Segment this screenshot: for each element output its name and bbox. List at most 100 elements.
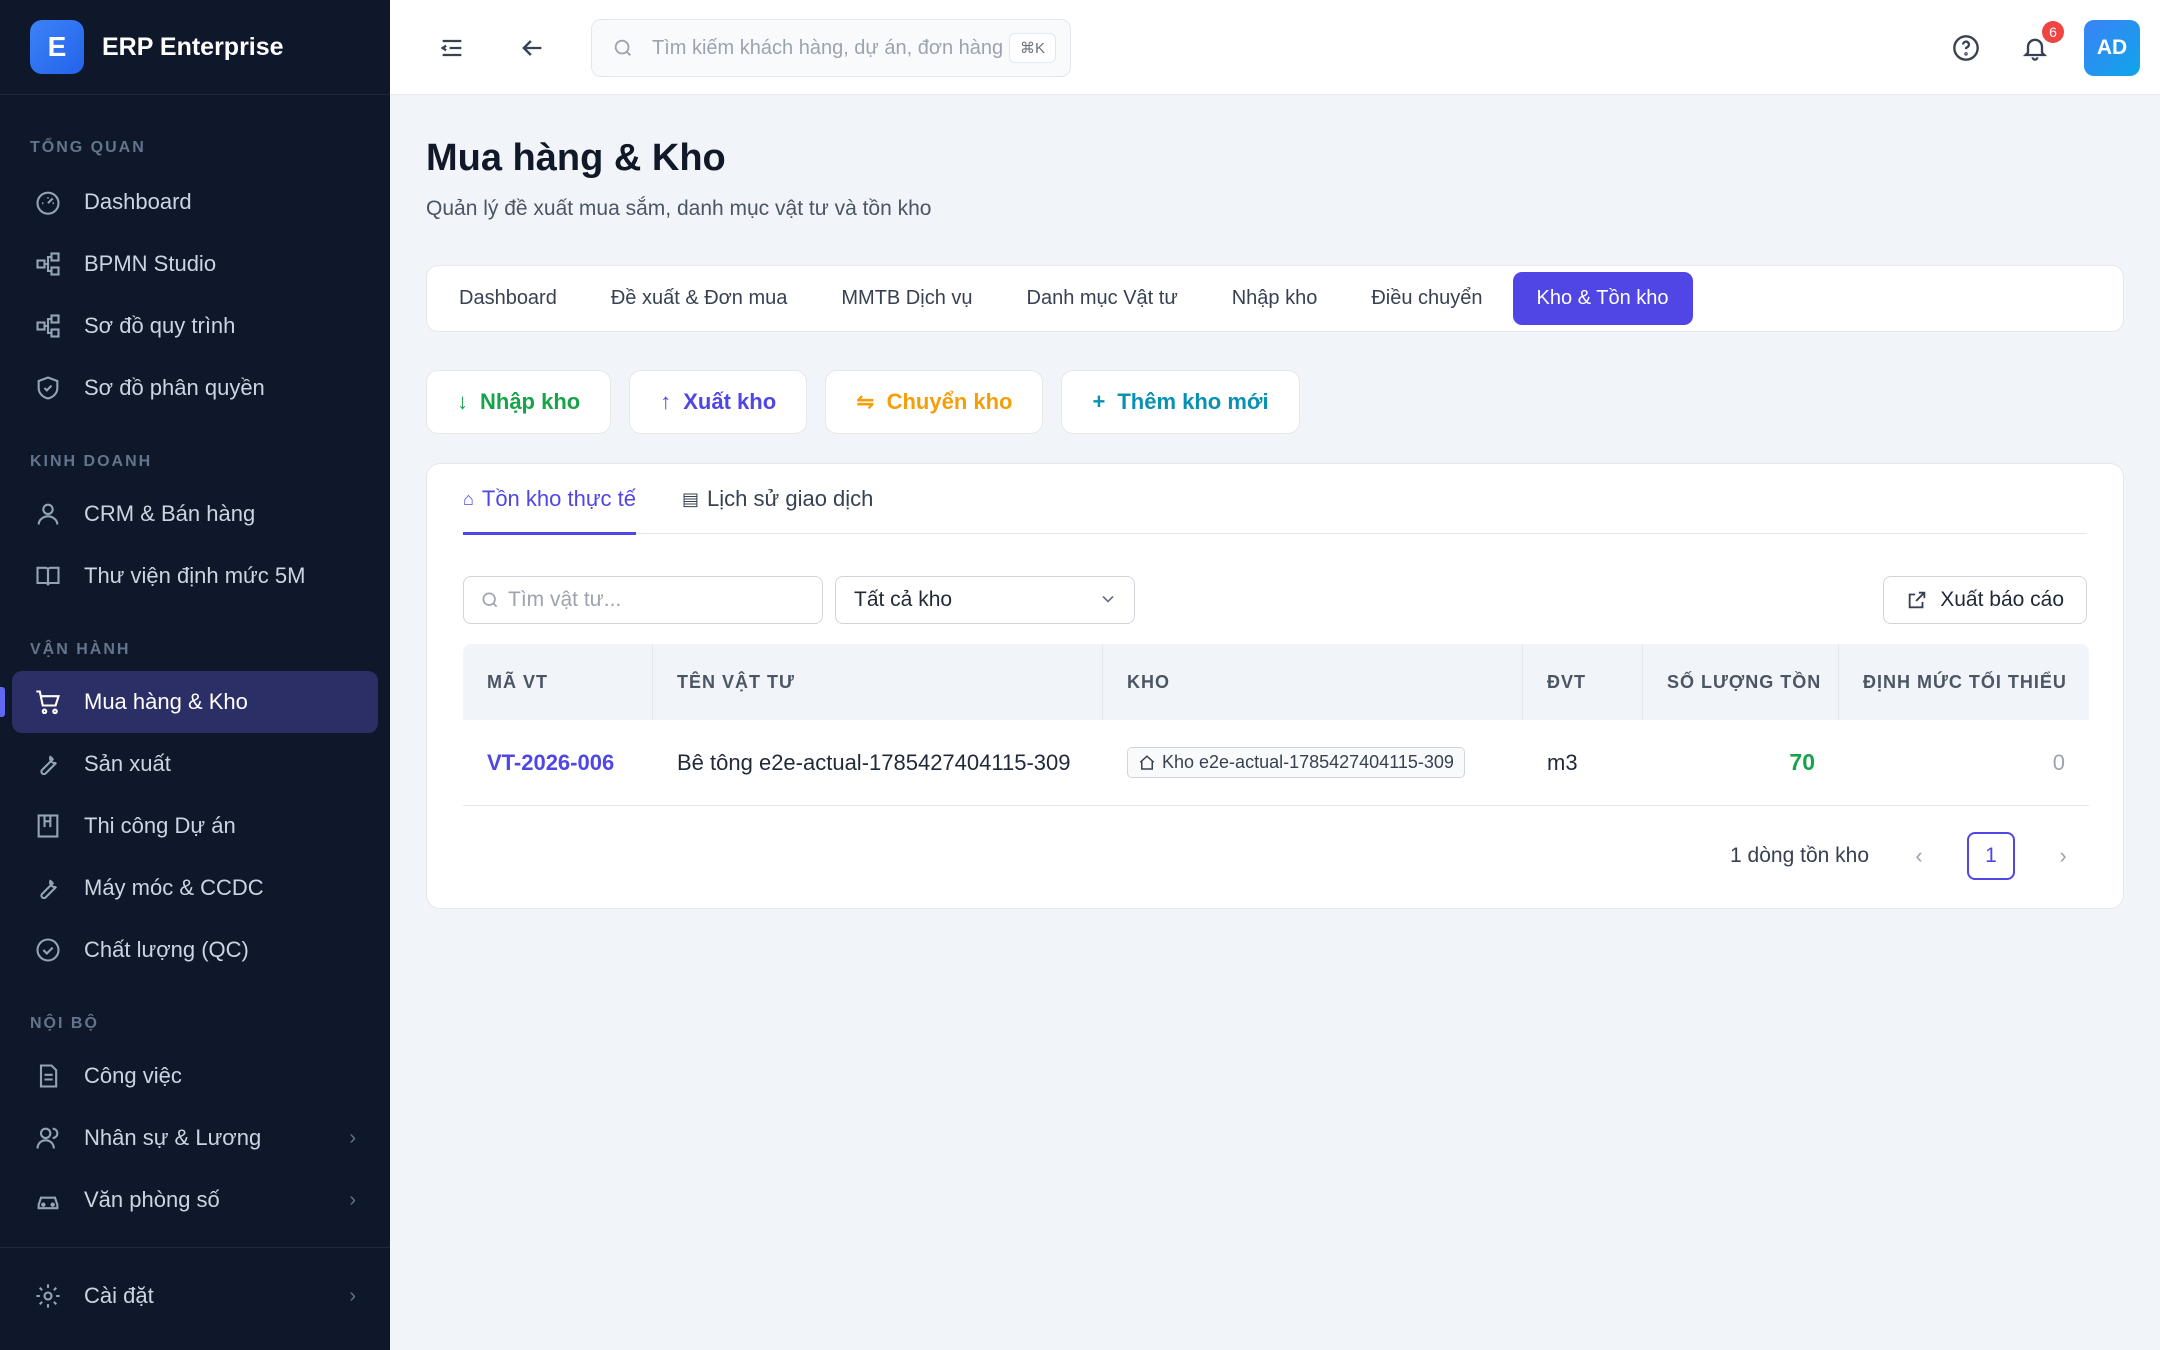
help-icon: [1953, 35, 1979, 61]
wrench-icon: [34, 874, 62, 902]
tab-equipment-services[interactable]: MMTB Dịch vụ: [817, 272, 996, 325]
gear-icon: [34, 1282, 62, 1310]
material-name: Bê tông e2e-actual-1785427404115-309: [677, 749, 1071, 775]
building-icon: [34, 812, 62, 840]
sidebar-item-production[interactable]: Sản xuất: [12, 733, 378, 795]
prev-page-button[interactable]: ‹: [1895, 832, 1943, 880]
subtab-actual-stock[interactable]: ⌂ Tồn kho thực tế: [463, 464, 637, 535]
brand[interactable]: E ERP Enterprise: [0, 0, 390, 95]
sidebar-item-norm-library[interactable]: Thư viện định mức 5M: [12, 545, 378, 607]
export-report-button[interactable]: Xuất báo cáo: [1883, 576, 2087, 624]
section-title-overview: TỔNG QUAN: [30, 139, 146, 156]
column-header-name[interactable]: TÊN VẬT TƯ: [653, 644, 1103, 720]
tab-purchase-requests[interactable]: Đề xuất & Đơn mua: [587, 272, 812, 325]
sidebar-item-label: Thi công Dự án: [84, 813, 236, 838]
shield-icon: [34, 374, 62, 402]
tab-dashboard[interactable]: Dashboard: [435, 272, 581, 325]
notifications-button[interactable]: 6: [2015, 21, 2064, 68]
import-stock-button[interactable]: ↓ Nhập kho: [426, 370, 612, 434]
car-icon: [34, 1186, 62, 1214]
subtab-actual-stock-label: Tồn kho thực tế: [481, 486, 637, 511]
tab-goods-receipt[interactable]: Nhập kho: [1208, 272, 1342, 325]
sidebar-item-label: Thư viện định mức 5M: [84, 563, 306, 588]
material-search-input[interactable]: Tìm vật tư...: [463, 576, 823, 624]
sidebar-item-label: Nhân sự & Lương: [84, 1125, 262, 1150]
sidebar-item-bpmn-studio[interactable]: BPMN Studio: [12, 233, 378, 295]
add-warehouse-button[interactable]: + Thêm kho mới: [1061, 370, 1300, 434]
column-header-code[interactable]: MÃ VT: [463, 644, 653, 720]
transfer-stock-button[interactable]: ⇋ Chuyển kho: [825, 370, 1044, 434]
section-title-operations: VẬN HÀNH: [30, 641, 131, 658]
warehouse-select-value: Tất cả kho: [854, 588, 953, 611]
chevron-right-icon: ›: [349, 1284, 356, 1307]
sidebar-item-quality[interactable]: Chất lượng (QC): [12, 919, 378, 981]
sidebar-item-label: Mua hàng & Kho: [84, 689, 248, 714]
help-button[interactable]: [1946, 28, 1986, 68]
workflow-icon: [34, 312, 62, 340]
menu-toggle-button[interactable]: [432, 28, 472, 68]
export-stock-label: Xuất kho: [683, 389, 777, 414]
page-number-button[interactable]: 1: [1967, 832, 2015, 880]
arrow-up-icon: ↑: [660, 389, 672, 414]
workflow-icon: [34, 250, 62, 278]
global-search[interactable]: Tìm kiếm khách hàng, dự án, đơn hàng... …: [591, 19, 1071, 77]
back-button[interactable]: [512, 28, 552, 68]
menu-fold-icon: [440, 39, 462, 57]
sidebar-item-dashboard[interactable]: Dashboard: [12, 171, 378, 233]
tab-material-catalog[interactable]: Danh mục Vật tư: [1003, 272, 1202, 325]
sidebar-item-purchasing-warehouse[interactable]: Mua hàng & Kho: [0, 671, 378, 733]
stock-subtabs: ⌂ Tồn kho thực tế ▤ Lịch sử giao dịch: [463, 464, 2087, 535]
sidebar-item-label: Máy móc & CCDC: [84, 875, 264, 900]
add-warehouse-label: Thêm kho mới: [1117, 389, 1269, 414]
section-title-business: KINH DOANH: [30, 453, 153, 470]
sidebar-item-settings[interactable]: Cài đặt ›: [12, 1265, 378, 1327]
column-header-warehouse[interactable]: KHO: [1103, 644, 1523, 720]
subtab-transaction-history[interactable]: ▤ Lịch sử giao dịch: [682, 464, 873, 534]
tab-transfer[interactable]: Điều chuyển: [1347, 272, 1506, 325]
list-icon: ▤: [682, 488, 700, 509]
sidebar-item-tasks[interactable]: Công việc: [12, 1045, 378, 1107]
column-header-unit[interactable]: ĐVT: [1523, 644, 1643, 720]
search-icon: [614, 39, 631, 56]
sidebar-item-label: Văn phòng số: [84, 1187, 220, 1212]
material-code-link[interactable]: VT-2026-006: [463, 750, 653, 776]
search-icon: [482, 592, 498, 608]
tab-warehouse-stock[interactable]: Kho & Tồn kho: [1512, 272, 1693, 325]
avatar[interactable]: AD: [2084, 20, 2140, 76]
sidebar-item-label: Công việc: [84, 1063, 182, 1088]
gauge-icon: [34, 188, 62, 216]
sidebar-item-hr-payroll[interactable]: Nhân sự & Lương ›: [12, 1107, 378, 1169]
unit-cell: m3: [1547, 749, 1578, 775]
sidebar-item-digital-office[interactable]: Văn phòng số ›: [12, 1169, 378, 1231]
column-header-qty[interactable]: SỐ LƯỢNG TỒN: [1643, 644, 1839, 720]
sidebar-item-crm[interactable]: CRM & Bán hàng: [12, 483, 378, 545]
subtab-transaction-history-label: Lịch sử giao dịch: [707, 486, 874, 511]
export-stock-button[interactable]: ↑ Xuất kho: [629, 370, 808, 434]
book-icon: [34, 562, 62, 590]
brand-logo: E: [30, 20, 84, 74]
active-marker: [0, 687, 5, 717]
sidebar-item-construction[interactable]: Thi công Dự án: [12, 795, 378, 857]
page-title: Mua hàng & Kho: [426, 137, 726, 179]
import-stock-label: Nhập kho: [480, 389, 581, 414]
sidebar-item-permission-map[interactable]: Sơ đồ phân quyền: [12, 357, 378, 419]
export-report-label: Xuất báo cáo: [1940, 588, 2064, 611]
brand-name: ERP Enterprise: [102, 32, 284, 61]
inbox-icon: ⌂: [463, 488, 474, 509]
sidebar-nav: TỔNG QUAN Dashboard BPMN Studio Sơ đồ qu…: [0, 95, 390, 1245]
notification-badge: 6: [2042, 21, 2064, 43]
sidebar-item-label: Dashboard: [84, 189, 192, 214]
chevron-right-icon: ›: [349, 1188, 356, 1211]
sidebar-item-label: CRM & Bán hàng: [84, 501, 256, 526]
column-header-min[interactable]: ĐỊNH MỨC TỐI THIỂU: [1839, 644, 2089, 720]
next-page-button[interactable]: ›: [2039, 832, 2087, 880]
action-bar: ↓ Nhập kho ↑ Xuất kho ⇋ Chuyển kho + Thê…: [426, 370, 1300, 434]
stock-card: ⌂ Tồn kho thực tế ▤ Lịch sử giao dịch Tì…: [426, 463, 2124, 909]
warehouse-select[interactable]: Tất cả kho: [835, 576, 1135, 624]
shortcut-hint: ⌘K: [1008, 33, 1056, 63]
sidebar-item-process-map[interactable]: Sơ đồ quy trình: [12, 295, 378, 357]
table-row[interactable]: VT-2026-006 Bê tông e2e-actual-178542740…: [463, 720, 2089, 806]
transfer-stock-label: Chuyển kho: [886, 389, 1013, 414]
sidebar-item-machinery[interactable]: Máy móc & CCDC: [12, 857, 378, 919]
users-icon: [34, 1124, 62, 1152]
